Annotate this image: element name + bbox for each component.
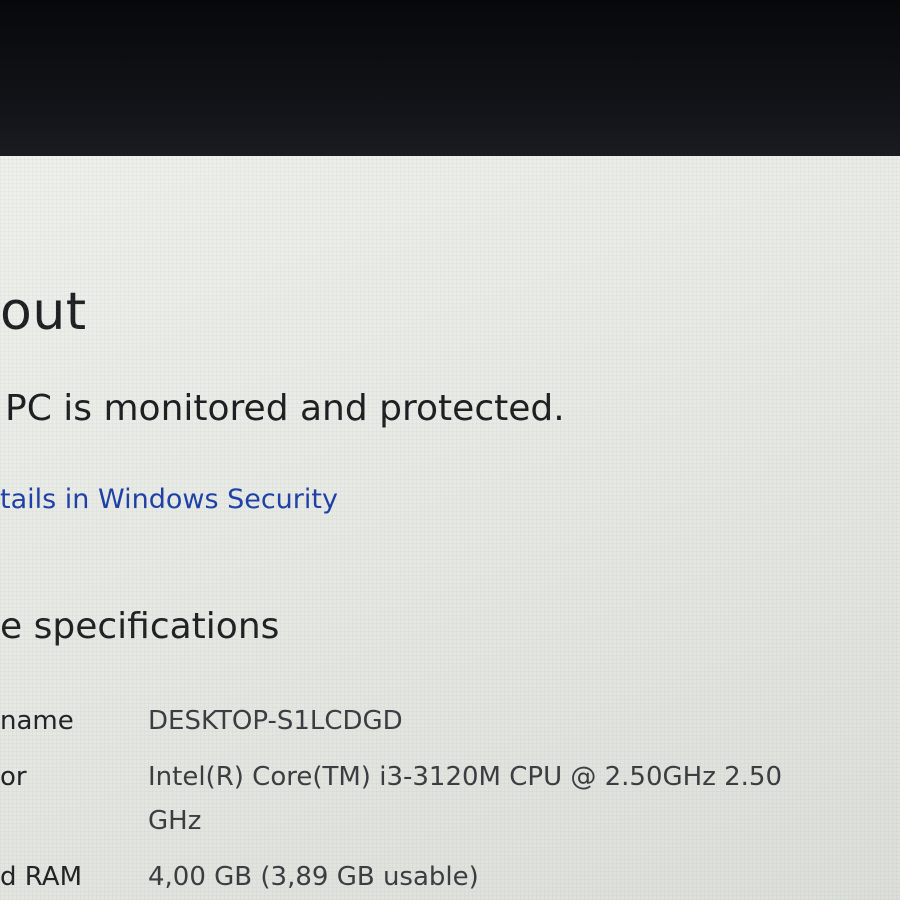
page-title: out [0, 282, 87, 342]
spec-value-processor: Intel(R) Core(TM) i3-3120M CPU @ 2.50GHz… [148, 762, 783, 792]
spec-label-device-name: name [0, 706, 74, 736]
protection-status-text: PC is monitored and protected. [5, 388, 565, 429]
windows-security-link[interactable]: tails in Windows Security [0, 484, 338, 515]
spec-value-installed-ram: 4,00 GB (3,89 GB usable) [148, 862, 479, 892]
spec-label-installed-ram: d RAM [0, 862, 82, 892]
spec-label-processor: or [0, 762, 27, 792]
device-specifications-heading: e specifications [0, 606, 280, 647]
spec-value-processor-continued: GHz [148, 806, 202, 836]
spec-value-device-name: DESKTOP-S1LCDGD [148, 706, 403, 736]
monitor-bezel [0, 0, 900, 158]
settings-about-page: out PC is monitored and protected. tails… [0, 156, 900, 900]
